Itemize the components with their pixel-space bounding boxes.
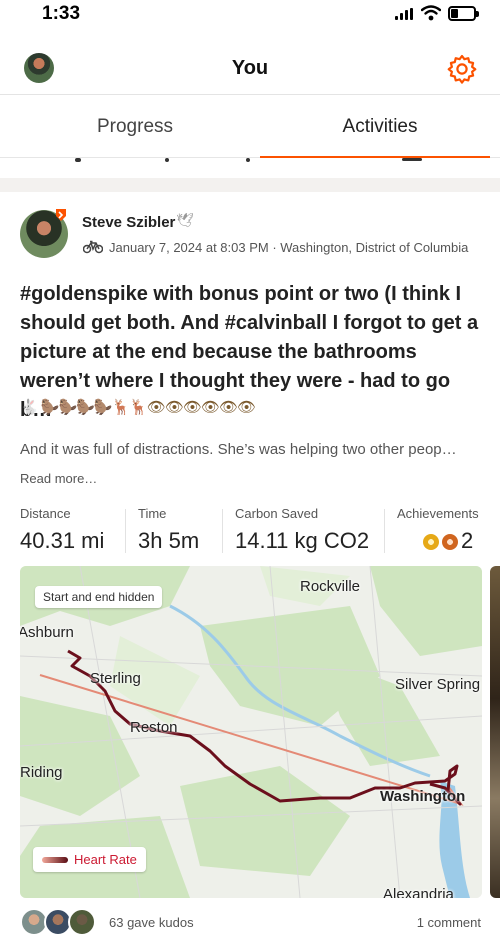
previous-card-edge [0,158,500,178]
page-title: You [231,57,269,79]
feed-separator [0,178,500,192]
stat-divider [384,509,385,553]
app-header: You [0,45,500,95]
heart-rate-label: Heart Rate [74,852,137,867]
stat-value: 14.11 kg CO2 [235,528,370,553]
tab-activities[interactable]: Activities [255,96,500,158]
activity-description: And it was full of distractions. She’s w… [20,441,457,458]
achievements-count: 2 [461,528,474,553]
next-media-thumbnail[interactable] [490,566,500,898]
route-map[interactable]: Start and end hidden Rockville Ashburn S… [20,566,482,898]
privacy-label: Start and end hidden [35,586,163,608]
wifi-icon [421,5,441,21]
stat-value: 40.31 mi [20,528,105,553]
bike-icon [83,240,103,254]
map-label-washington: Washington [380,788,466,805]
map-label-sterling: Sterling [90,670,141,687]
signal-icon [395,8,415,20]
map-label-riding: Riding [20,764,63,781]
stat-carbon: Carbon Saved 14.11 kg CO2 [235,506,369,554]
athlete-name[interactable]: Steve Szibler [82,214,175,231]
kudos-count[interactable]: 63 gave kudos [109,915,194,930]
battery-icon [448,6,479,21]
stat-time: Time 3h 5m [138,506,199,554]
bronze-medal-icon [442,534,458,550]
read-more-link[interactable]: Read more… [20,471,97,486]
achievements-value: 2 [423,528,479,554]
stat-label: Time [138,506,167,521]
map-label-silver-spring: Silver Spring [395,676,481,693]
kudos-avatar [68,908,96,936]
map-label-reston: Reston [130,719,178,736]
comment-count[interactable]: 1 comment [417,915,481,930]
activity-meta: January 7, 2024 at 8:03 PM · Washington,… [109,240,469,255]
gold-medal-icon [423,534,439,550]
status-bar: 1:33 [0,0,500,30]
map-label-rockville: Rockville [300,578,361,595]
heart-rate-legend[interactable]: Heart Rate [33,847,146,872]
tab-progress[interactable]: Progress [10,96,260,158]
stat-divider [222,509,223,553]
stat-label: Carbon Saved [235,506,319,521]
stat-label: Distance [20,506,71,521]
gear-icon[interactable] [446,53,478,85]
stat-value: 3h 5m [138,528,200,553]
stat-achievements: Achievements 2 [397,506,479,554]
map-label-ashburn: Ashburn [20,624,74,641]
map-label-alexandria: Alexandria [383,886,454,898]
emoji-line: 🐇 🦫🦫🦫🦫🦌🦌👁👁👁👁👁👁 [20,399,256,416]
heart-rate-gradient [42,857,68,863]
tab-bar: Progress Activities [0,96,500,159]
status-time: 1:33 [42,3,81,24]
stat-divider [125,509,126,553]
stat-distance: Distance 40.31 mi [20,506,104,554]
name-emoji: 🕊 [176,212,194,228]
subscriber-badge-icon [56,209,66,221]
stat-label: Achievements [397,506,479,521]
